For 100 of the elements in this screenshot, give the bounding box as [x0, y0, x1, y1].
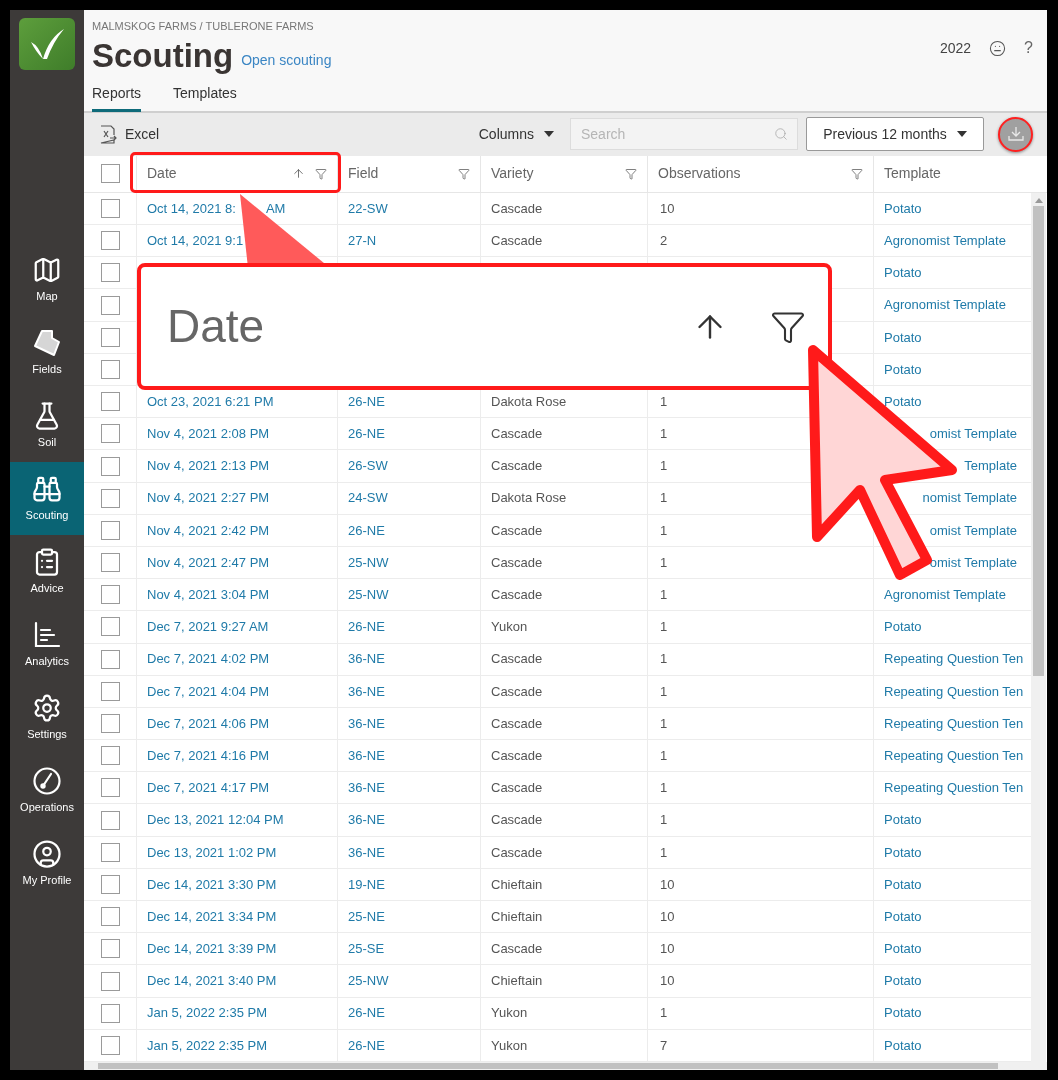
checkbox[interactable]	[100, 424, 120, 444]
checkbox[interactable]	[100, 585, 120, 605]
checkbox[interactable]	[100, 327, 120, 347]
checkbox[interactable]	[100, 164, 120, 184]
checkbox[interactable]	[100, 874, 120, 894]
field-link[interactable]: 26-SW	[348, 456, 388, 476]
checkbox[interactable]	[100, 392, 120, 412]
neutral-face-icon[interactable]	[989, 39, 1007, 57]
date-link[interactable]: Nov 4, 2021 2:42 PM	[147, 520, 270, 541]
date-link[interactable]: Dec 13, 2021 1:02 PM	[147, 842, 277, 862]
checkbox[interactable]	[100, 488, 120, 508]
checkbox[interactable]	[100, 359, 120, 379]
sidebar-item[interactable]: Analytics	[10, 608, 84, 681]
horizontal-scrollbar[interactable]	[84, 1062, 1047, 1070]
field-link[interactable]: 24-SW	[348, 488, 388, 508]
checkbox[interactable]	[100, 649, 120, 669]
checkbox[interactable]	[100, 231, 120, 251]
checkbox[interactable]	[100, 778, 120, 798]
checkbox[interactable]	[100, 810, 120, 830]
template-link[interactable]: Potato	[884, 874, 922, 895]
sidebar-item[interactable]: Scouting	[10, 462, 84, 535]
template-link[interactable]: omist Template	[929, 552, 1017, 573]
date-link[interactable]: Nov 4, 2021 2:47 PM	[147, 552, 270, 573]
date-link[interactable]: Nov 4, 2021 2:13 PM	[147, 456, 270, 476]
field-link[interactable]: 25-NW	[348, 585, 389, 605]
template-link[interactable]: Repeating Question Ten	[884, 745, 1024, 766]
field-link[interactable]: 26-NE	[348, 424, 385, 444]
date-link[interactable]: Dec 14, 2021 3:39 PM	[147, 939, 277, 959]
field-link[interactable]: 36-NE	[348, 842, 385, 862]
date-link[interactable]: Dec 14, 2021 3:40 PM	[147, 971, 277, 991]
template-link[interactable]: Potato	[884, 842, 922, 862]
date-link[interactable]: Dec 7, 2021 4:04 PM	[147, 681, 270, 702]
field-link[interactable]: 27-N	[348, 230, 377, 251]
checkbox[interactable]	[100, 746, 120, 766]
date-link[interactable]: Dec 7, 2021 4:17 PM	[147, 778, 270, 798]
date-range-dropdown[interactable]: Previous 12 months	[806, 117, 984, 152]
checkbox[interactable]	[100, 971, 120, 991]
date-link[interactable]: AM	[265, 198, 286, 219]
template-link[interactable]: Potato	[884, 1003, 922, 1023]
date-link[interactable]: Dec 7, 2021 4:02 PM	[147, 649, 270, 669]
year-label[interactable]: 2022	[939, 37, 972, 59]
date-link[interactable]: Dec 14, 2021 3:30 PM	[147, 874, 277, 895]
date-link[interactable]: Oct 23, 2021 6:21 PM	[147, 391, 274, 412]
template-link[interactable]: Repeating Question Ten	[884, 713, 1024, 734]
date-link[interactable]: Jan 5, 2022 2:35 PM	[147, 1003, 267, 1023]
checkbox[interactable]	[100, 939, 120, 959]
sidebar-item[interactable]: Advice	[10, 535, 84, 608]
field-link[interactable]: 25-SE	[348, 939, 385, 959]
date-link[interactable]: Dec 14, 2021 3:34 PM	[147, 906, 277, 927]
template-link[interactable]: Agronomist Template	[884, 230, 1006, 251]
template-link[interactable]: Potato	[884, 939, 922, 959]
sidebar-item[interactable]: Settings	[10, 681, 84, 754]
template-link[interactable]: nomist Template	[922, 488, 1017, 508]
download-button[interactable]	[998, 116, 1033, 152]
filter-icon[interactable]	[458, 167, 470, 180]
field-link[interactable]: 19-NE	[348, 874, 385, 895]
template-link[interactable]: Potato	[884, 359, 922, 380]
template-link[interactable]: Potato	[884, 1035, 922, 1056]
checkbox[interactable]	[100, 681, 120, 701]
sort-ascending-icon[interactable]	[292, 167, 305, 181]
field-link[interactable]: 36-NE	[348, 649, 385, 669]
open-scouting-link[interactable]: Open scouting	[241, 49, 332, 71]
filter-icon[interactable]	[625, 167, 637, 180]
columns-button[interactable]: Columns	[478, 123, 554, 145]
sidebar-item[interactable]: My Profile	[10, 827, 84, 900]
column-header[interactable]: Variety	[480, 155, 647, 192]
template-link[interactable]: Template	[964, 456, 1017, 476]
column-header[interactable]: Field	[337, 155, 480, 192]
column-header[interactable]: Template	[873, 155, 1031, 192]
field-link[interactable]: 22-SW	[348, 198, 388, 219]
field-link[interactable]: 25-NW	[348, 971, 389, 991]
template-link[interactable]: Agronomist Template	[884, 585, 1006, 605]
checkbox[interactable]	[100, 714, 120, 733]
excel-button[interactable]: Excel	[100, 123, 160, 145]
checkbox[interactable]	[100, 295, 120, 315]
date-link[interactable]: Dec 7, 2021 4:16 PM	[147, 745, 270, 766]
sidebar-item[interactable]: Map	[10, 243, 84, 316]
template-link[interactable]: Repeating Question Ten	[884, 778, 1024, 798]
tab[interactable]: Templates	[173, 82, 237, 112]
column-header[interactable]: Date	[136, 155, 337, 192]
field-link[interactable]: 36-NE	[348, 810, 385, 830]
filter-icon[interactable]	[315, 167, 327, 180]
date-link[interactable]: Dec 7, 2021 9:27 AM	[147, 617, 269, 637]
template-link[interactable]: Potato	[884, 263, 922, 283]
scroll-up-icon[interactable]	[1034, 196, 1043, 203]
field-link[interactable]: 26-NE	[348, 1003, 385, 1023]
sidebar-item[interactable]: Fields	[10, 316, 84, 389]
template-link[interactable]: Potato	[884, 810, 922, 830]
field-link[interactable]: 25-NE	[348, 906, 385, 927]
checkbox[interactable]	[100, 520, 120, 540]
field-link[interactable]: 36-NE	[348, 713, 385, 734]
template-link[interactable]: omist Template	[929, 520, 1017, 541]
sidebar-item[interactable]: Operations	[10, 754, 84, 827]
template-link[interactable]: Potato	[884, 971, 922, 991]
checkbox[interactable]	[100, 842, 120, 862]
checkbox[interactable]	[100, 1003, 120, 1023]
checkbox[interactable]	[100, 907, 120, 927]
checkbox[interactable]	[100, 617, 120, 637]
checkbox[interactable]	[100, 263, 120, 283]
date-link[interactable]: Oct 14, 2021 8:	[147, 198, 236, 219]
